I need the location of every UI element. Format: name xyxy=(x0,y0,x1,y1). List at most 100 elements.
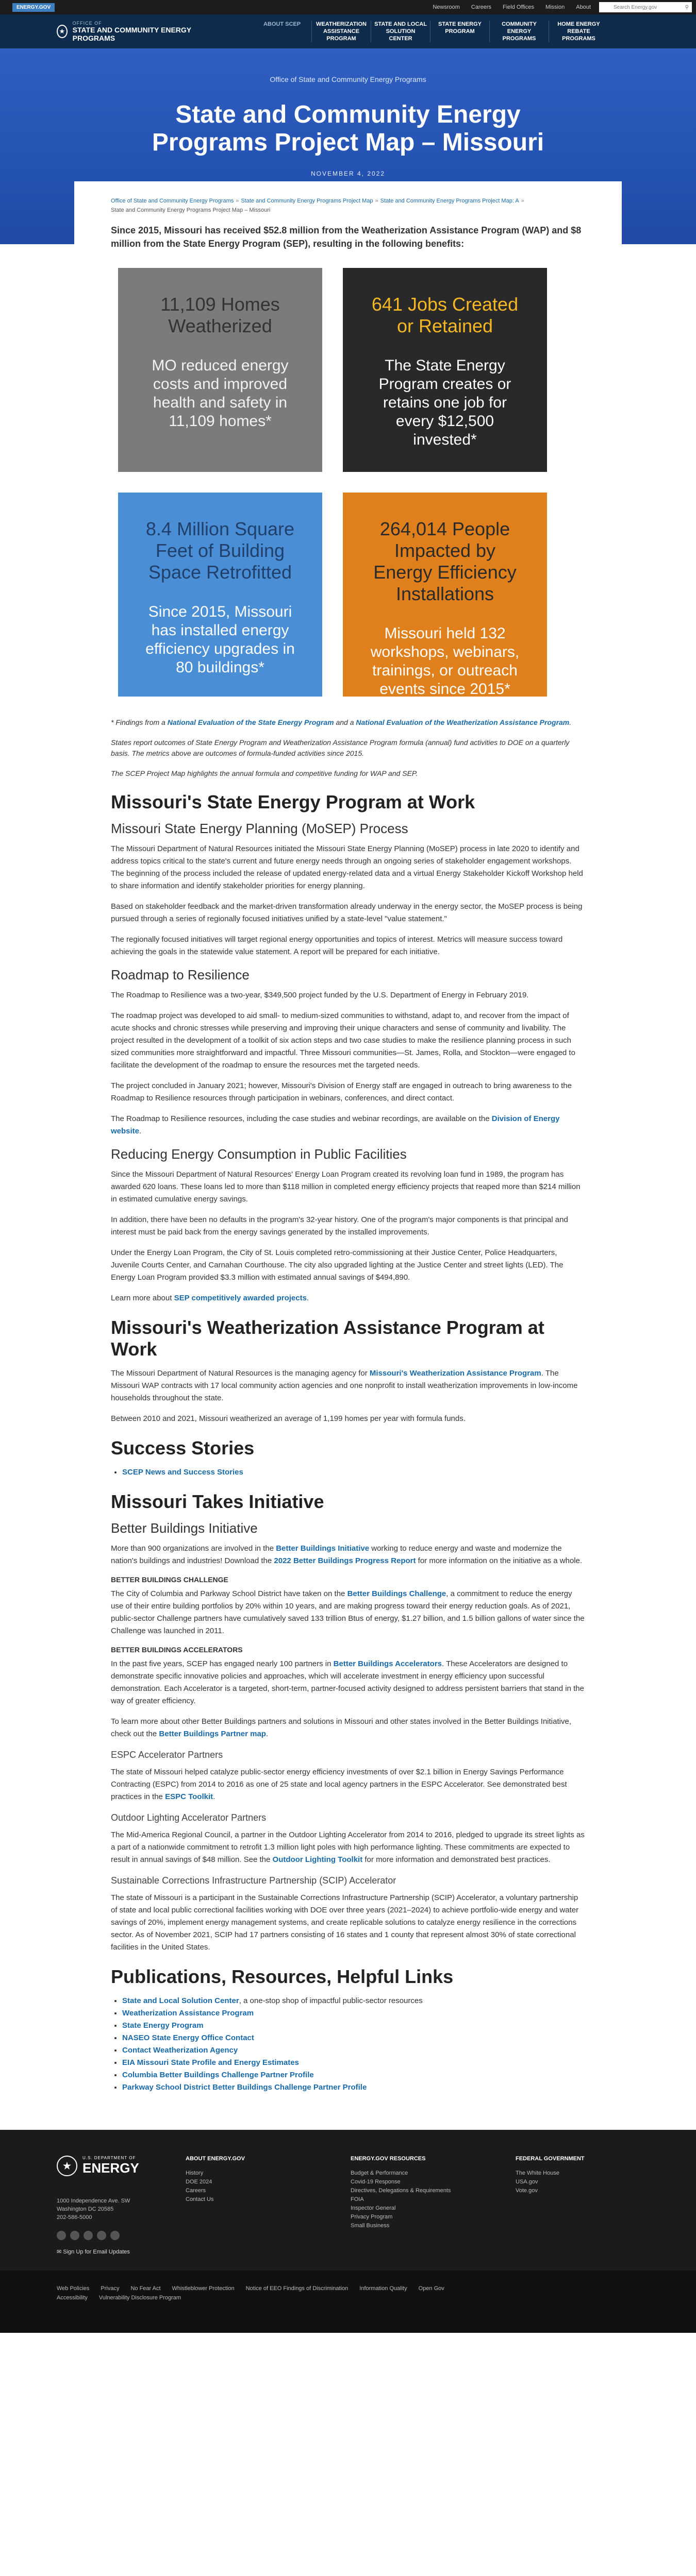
hero-office[interactable]: Office of State and Community Energy Pro… xyxy=(0,75,696,83)
footer-col-about: ABOUT ENERGY.GOV History DOE 2024 Career… xyxy=(186,2156,351,2255)
subfooter-link[interactable]: Vulnerability Disclosure Program xyxy=(99,2293,181,2302)
resource-link[interactable]: State Energy Program xyxy=(122,2021,204,2030)
subfooter-link[interactable]: Notice of EEO Findings of Discrimination xyxy=(246,2284,349,2293)
utility-link-careers[interactable]: Careers xyxy=(471,4,491,10)
footer-link[interactable]: Vote.gov xyxy=(516,2187,670,2195)
roadmap-heading: Roadmap to Resilience xyxy=(111,967,250,982)
list-item: Columbia Better Buildings Challenge Part… xyxy=(122,2069,585,2081)
logo-small-text: U.S. DEPARTMENT OF xyxy=(82,2156,136,2160)
breadcrumb-link[interactable]: State and Community Energy Programs Proj… xyxy=(241,198,373,204)
footnote-map: The SCEP Project Map highlights the annu… xyxy=(111,769,418,777)
espc-paragraph: The state of Missouri helped catalyze pu… xyxy=(111,1768,567,1801)
footer-link[interactable]: Contact Us xyxy=(186,2195,351,2204)
utility-links: Newsroom Careers Field Offices Mission A… xyxy=(421,2,696,12)
footer-link[interactable]: The White House xyxy=(516,2169,670,2178)
list-item: EIA Missouri State Profile and Energy Es… xyxy=(122,2057,585,2069)
roadmap-paragraph: The project concluded in January 2021; h… xyxy=(111,1081,572,1103)
linkedin-icon[interactable] xyxy=(97,2231,106,2240)
subfooter-link[interactable]: Whistleblower Protection xyxy=(172,2284,235,2293)
resource-link[interactable]: Parkway School District Better Buildings… xyxy=(122,2083,367,2092)
subfooter-link[interactable]: Accessibility xyxy=(57,2293,88,2302)
tile-homes-weatherized: 11,109 Homes Weatherized MO reduced ener… xyxy=(118,268,322,472)
subfooter-link[interactable]: No Fear Act xyxy=(130,2284,160,2293)
subfooter-link[interactable]: Open Gov xyxy=(419,2284,444,2293)
footer-link[interactable]: Directives, Delegations & Requirements xyxy=(351,2187,516,2195)
office-logo[interactable]: ★ Office of STATE AND COMMUNITY ENERGY P… xyxy=(57,21,196,42)
publications-list: State and Local Solution Center, a one-s… xyxy=(122,1995,585,2094)
challenge-link[interactable]: Better Buildings Challenge xyxy=(347,1589,446,1598)
breadcrumb-link[interactable]: Office of State and Community Energy Pro… xyxy=(111,198,234,204)
wap-paragraph: Between 2010 and 2021, Missouri weatheri… xyxy=(111,1414,466,1423)
espc-toolkit-link[interactable]: ESPC Toolkit xyxy=(165,1792,213,1801)
publications-heading: Publications, Resources, Helpful Links xyxy=(111,1966,454,1987)
accelerators-link[interactable]: Better Buildings Accelerators xyxy=(334,1659,442,1668)
tile-body: Since 2015, Missouri has installed energ… xyxy=(145,603,295,676)
instagram-icon[interactable] xyxy=(84,2231,93,2240)
nav-item-state-energy[interactable]: State Energy Program xyxy=(430,21,490,42)
footer-link[interactable]: Budget & Performance xyxy=(351,2169,516,2178)
breadcrumb-link[interactable]: State and Community Energy Programs Proj… xyxy=(380,198,519,204)
footer-link[interactable]: USA.gov xyxy=(516,2178,670,2187)
search-input[interactable]: Search Energy.gov ⚲ xyxy=(599,2,692,12)
utility-link-mission[interactable]: Mission xyxy=(545,4,565,10)
success-stories-link[interactable]: SCEP News and Success Stories xyxy=(122,1468,243,1477)
address: 1000 Independence Ave. SW Washington DC … xyxy=(57,2198,130,2221)
footer-link[interactable]: DOE 2024 xyxy=(186,2178,351,2187)
roadmap-paragraph: The roadmap project was developed to aid… xyxy=(111,1011,575,1070)
footer-link[interactable]: History xyxy=(186,2169,351,2178)
nav-item-community-energy[interactable]: Community Energy Programs xyxy=(490,21,549,42)
twitter-icon[interactable] xyxy=(70,2231,79,2240)
footer-col-title: FEDERAL GOVERNMENT xyxy=(516,2156,585,2162)
youtube-icon[interactable] xyxy=(110,2231,120,2240)
wap-paragraph: The Missouri Department of Natural Resou… xyxy=(111,1369,578,1402)
footer-link[interactable]: FOIA xyxy=(351,2195,516,2204)
footer-col-title: ENERGY.GOV RESOURCES xyxy=(351,2156,426,2162)
wap-evaluation-link[interactable]: National Evaluation of the Weatherizatio… xyxy=(356,718,569,726)
footer-link[interactable]: Inspector General xyxy=(351,2204,516,2213)
nav-item-weatherization[interactable]: Weatherization Assistance Program xyxy=(312,21,371,42)
resource-link[interactable]: State and Local Solution Center xyxy=(122,1996,239,2005)
outdoor-lighting-toolkit-link[interactable]: Outdoor Lighting Toolkit xyxy=(273,1855,363,1864)
footer-link[interactable]: Privacy Program xyxy=(351,2213,516,2222)
bbi-heading: Better Buildings Initiative xyxy=(111,1520,258,1536)
missouri-wap-link[interactable]: Missouri's Weatherization Assistance Pro… xyxy=(370,1369,541,1378)
nav-item-solution-center[interactable]: State and Local Solution Center xyxy=(371,21,430,42)
utility-link-newsroom[interactable]: Newsroom xyxy=(433,4,460,10)
moseep-paragraph: Based on stakeholder feedback and the ma… xyxy=(111,902,583,923)
list-item: Contact Weatherization Agency xyxy=(122,2044,585,2057)
utility-link-about[interactable]: About xyxy=(576,4,591,10)
resource-link[interactable]: Columbia Better Buildings Challenge Part… xyxy=(122,2071,314,2079)
subfooter-link[interactable]: Information Quality xyxy=(359,2284,407,2293)
utility-link-field-offices[interactable]: Field Offices xyxy=(503,4,534,10)
sep-evaluation-link[interactable]: National Evaluation of the State Energy … xyxy=(168,718,334,726)
email-signup-link[interactable]: ✉ Sign Up for Email Updates xyxy=(57,2248,186,2255)
resource-link[interactable]: Contact Weatherization Agency xyxy=(122,2046,238,2055)
search-icon[interactable]: ⚲ xyxy=(685,5,689,10)
page-title: State and Community Energy Programs Proj… xyxy=(152,101,544,156)
resource-link[interactable]: NASEO State Energy Office Contact xyxy=(122,2033,254,2042)
sep-competitive-link[interactable]: SEP competitively awarded projects xyxy=(174,1294,307,1302)
tile-title: 11,109 Homes Weatherized xyxy=(160,294,280,336)
energy-gov-brand[interactable]: ENERGY.GOV xyxy=(12,3,55,12)
better-buildings-link[interactable]: Better Buildings Initiative xyxy=(276,1544,369,1553)
footer-col-resources: ENERGY.GOV RESOURCES Budget & Performanc… xyxy=(351,2156,516,2255)
footer-link[interactable]: Small Business xyxy=(351,2222,516,2230)
doe-seal-icon: ★ xyxy=(57,25,68,38)
doe-logo[interactable]: ★ U.S. DEPARTMENT OF ENERGY xyxy=(57,2156,186,2176)
facebook-icon[interactable] xyxy=(57,2231,66,2240)
resource-link[interactable]: Weatherization Assistance Program xyxy=(122,2009,254,2018)
footer-link[interactable]: Careers xyxy=(186,2187,351,2195)
subfooter-link[interactable]: Privacy xyxy=(101,2284,119,2293)
progress-report-link[interactable]: 2022 Better Buildings Progress Report xyxy=(274,1556,416,1565)
nav-item-about[interactable]: About SCEP xyxy=(253,21,312,42)
nav-item-home-rebates[interactable]: Home Energy Rebate Programs xyxy=(549,21,608,42)
subfooter-link[interactable]: Web Policies xyxy=(57,2284,89,2293)
social-links xyxy=(57,2231,186,2240)
tile-title: 264,014 People Impacted by Energy Effici… xyxy=(373,518,517,604)
resource-link[interactable]: EIA Missouri State Profile and Energy Es… xyxy=(122,2058,299,2067)
partner-map-link[interactable]: Better Buildings Partner map xyxy=(159,1730,266,1738)
scip-paragraph: The state of Missouri is a participant i… xyxy=(111,1893,579,1952)
main-navigation: ★ Office of STATE AND COMMUNITY ENERGY P… xyxy=(0,14,696,48)
footer-link[interactable]: Covid-19 Response xyxy=(351,2178,516,2187)
bbi-paragraph: More than 900 organizations are involved… xyxy=(111,1544,583,1565)
